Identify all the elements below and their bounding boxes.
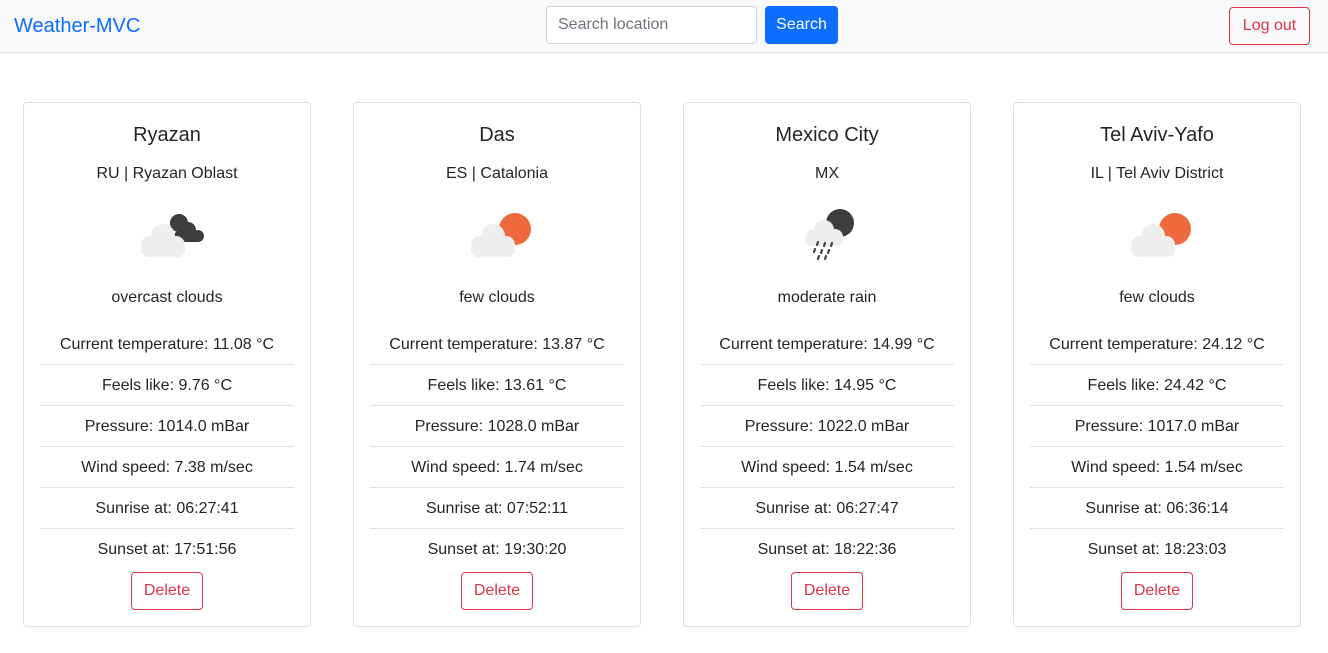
sunrise-time: Sunrise at: 06:27:41 xyxy=(40,488,294,529)
pressure: Pressure: 1022.0 mBar xyxy=(700,406,954,447)
logout-button[interactable]: Log out xyxy=(1229,7,1310,45)
navbar: Weather-MVC Search Log out xyxy=(0,0,1328,53)
country-region: RU | Ryazan Oblast xyxy=(96,165,238,182)
current-temperature: Current temperature: 13.87 °C xyxy=(370,324,624,365)
weather-card-ryazan: Ryazan RU | Ryazan Oblast overcast cloud… xyxy=(23,102,311,627)
rain-night-icon xyxy=(788,201,868,267)
pressure: Pressure: 1028.0 mBar xyxy=(370,406,624,447)
overcast-clouds-icon xyxy=(128,201,208,267)
sunset-time: Sunset at: 18:23:03 xyxy=(1087,541,1227,558)
delete-button[interactable]: Delete xyxy=(1121,572,1193,610)
sunset-time: Sunset at: 17:51:56 xyxy=(97,541,237,558)
delete-button[interactable]: Delete xyxy=(461,572,533,610)
delete-button[interactable]: Delete xyxy=(131,572,203,610)
feels-like: Feels like: 13.61 °C xyxy=(370,365,624,406)
country-region: IL | Tel Aviv District xyxy=(1090,165,1224,182)
wind-speed: Wind speed: 1.54 m/sec xyxy=(1030,447,1284,488)
city-name: Mexico City xyxy=(775,124,879,146)
search-button[interactable]: Search xyxy=(765,6,838,44)
current-temperature: Current temperature: 11.08 °C xyxy=(40,324,294,365)
brand-link[interactable]: Weather-MVC xyxy=(14,14,140,38)
pressure: Pressure: 1017.0 mBar xyxy=(1030,406,1284,447)
weather-details: Current temperature: 14.99 °C Feels like… xyxy=(700,324,954,570)
city-name: Ryazan xyxy=(133,124,201,146)
weather-card-mexico-city: Mexico City MX moderate rain Current tem… xyxy=(683,102,971,627)
weather-details: Current temperature: 24.12 °C Feels like… xyxy=(1030,324,1284,570)
few-clouds-day-icon xyxy=(1118,201,1198,267)
city-name: Tel Aviv-Yafo xyxy=(1100,124,1214,146)
wind-speed: Wind speed: 1.74 m/sec xyxy=(370,447,624,488)
weather-description: few clouds xyxy=(459,289,535,306)
sunrise-time: Sunrise at: 06:36:14 xyxy=(1030,488,1284,529)
weather-description: few clouds xyxy=(1119,289,1195,306)
wind-speed: Wind speed: 1.54 m/sec xyxy=(700,447,954,488)
city-name: Das xyxy=(479,124,515,146)
weather-description: moderate rain xyxy=(777,289,877,306)
sunrise-time: Sunrise at: 06:27:47 xyxy=(700,488,954,529)
sunrise-time: Sunrise at: 07:52:11 xyxy=(370,488,624,529)
feels-like: Feels like: 24.42 °C xyxy=(1030,365,1284,406)
pressure: Pressure: 1014.0 mBar xyxy=(40,406,294,447)
country-region: ES | Catalonia xyxy=(446,165,548,182)
weather-card-tel-aviv-yafo: Tel Aviv-Yafo IL | Tel Aviv District few… xyxy=(1013,102,1301,627)
delete-button[interactable]: Delete xyxy=(791,572,863,610)
weather-details: Current temperature: 11.08 °C Feels like… xyxy=(40,324,294,570)
few-clouds-day-icon xyxy=(458,201,538,267)
search-input[interactable] xyxy=(546,6,757,44)
weather-description: overcast clouds xyxy=(111,289,223,306)
feels-like: Feels like: 9.76 °C xyxy=(40,365,294,406)
weather-card-das: Das ES | Catalonia few clouds Current te… xyxy=(353,102,641,627)
wind-speed: Wind speed: 7.38 m/sec xyxy=(40,447,294,488)
current-temperature: Current temperature: 24.12 °C xyxy=(1030,324,1284,365)
current-temperature: Current temperature: 14.99 °C xyxy=(700,324,954,365)
feels-like: Feels like: 14.95 °C xyxy=(700,365,954,406)
country-region: MX xyxy=(815,165,839,182)
sunset-time: Sunset at: 19:30:20 xyxy=(427,541,567,558)
weather-details: Current temperature: 13.87 °C Feels like… xyxy=(370,324,624,570)
sunset-time: Sunset at: 18:22:36 xyxy=(757,541,897,558)
